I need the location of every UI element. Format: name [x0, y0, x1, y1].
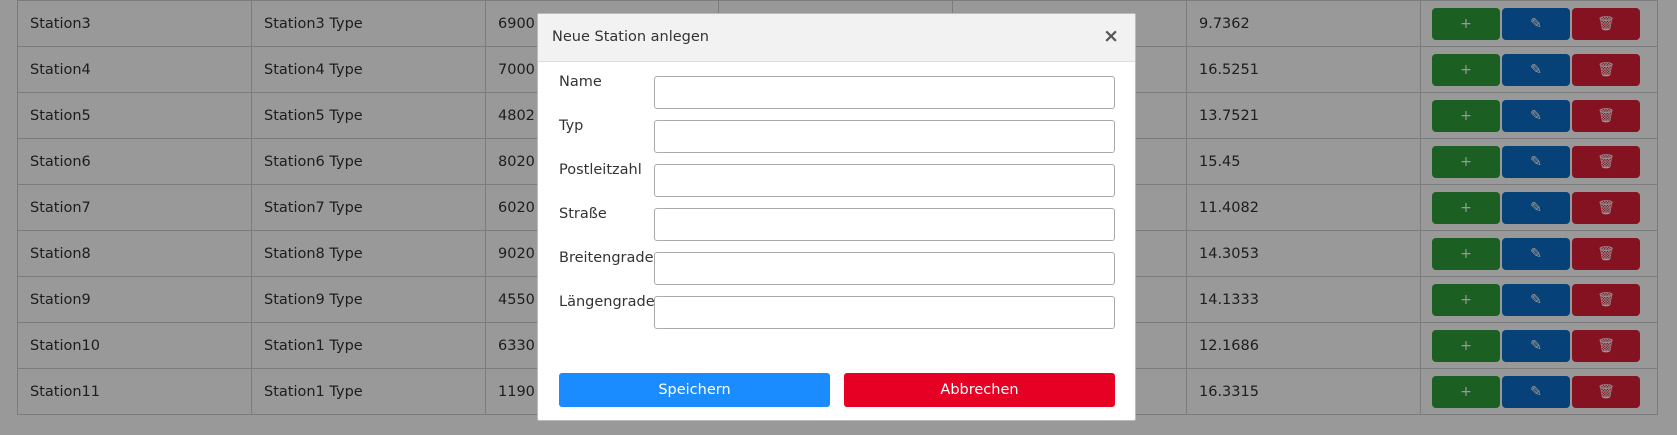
form-row-laengengrade: Längengrade [559, 294, 1119, 329]
typ-label: Typ [559, 118, 584, 134]
dialog-header: Neue Station anlegen × [538, 14, 1135, 62]
form-row-breitengrade: Breitengrade [559, 250, 1119, 285]
postleitzahl-label: Postleitzahl [559, 162, 642, 178]
save-button[interactable]: Speichern [559, 373, 830, 407]
form-row-name: Name [559, 74, 1119, 109]
dialog-title: Neue Station anlegen [552, 29, 709, 45]
new-station-dialog: Neue Station anlegen × Name Typ Postleit… [537, 13, 1136, 421]
close-icon[interactable]: × [1103, 25, 1119, 47]
strasse-label: Straße [559, 206, 607, 222]
cancel-button[interactable]: Abbrechen [844, 373, 1115, 407]
postleitzahl-input[interactable] [654, 164, 1115, 197]
form-row-typ: Typ [559, 118, 1119, 153]
form-row-postleitzahl: Postleitzahl [559, 162, 1119, 197]
name-input[interactable] [654, 76, 1115, 109]
typ-input[interactable] [654, 120, 1115, 153]
breitengrade-label: Breitengrade [559, 250, 654, 266]
name-label: Name [559, 74, 602, 90]
form-row-strasse: Straße [559, 206, 1119, 241]
laengengrade-label: Längengrade [559, 294, 655, 310]
laengengrade-input[interactable] [654, 296, 1115, 329]
strasse-input[interactable] [654, 208, 1115, 241]
breitengrade-input[interactable] [654, 252, 1115, 285]
